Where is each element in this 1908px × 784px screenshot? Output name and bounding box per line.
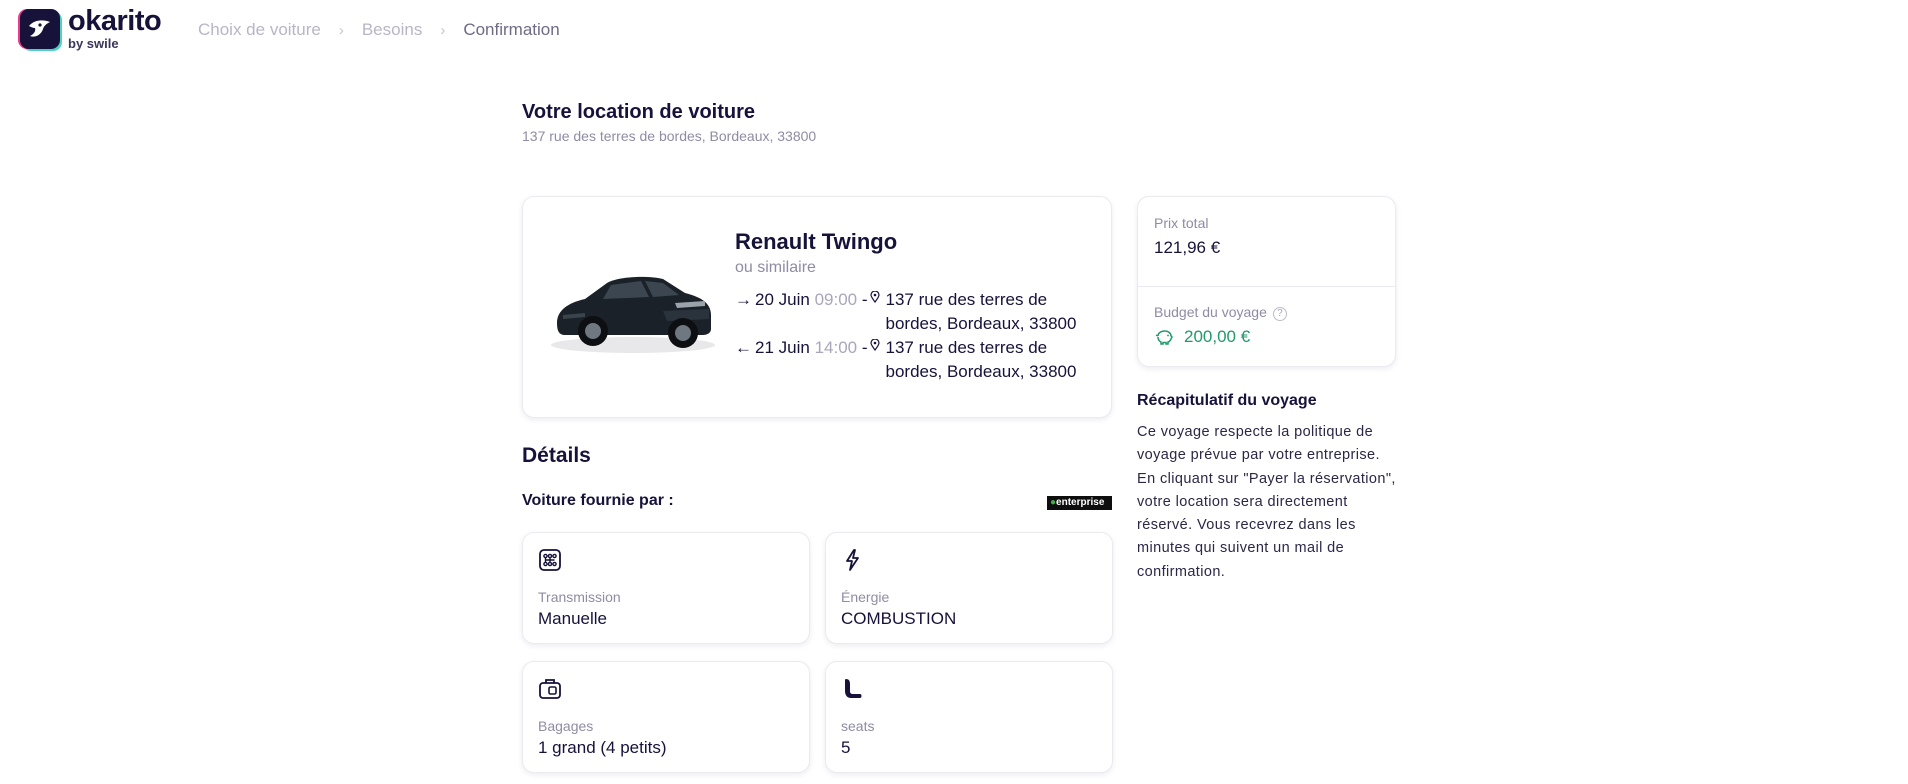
car-summary-card: Renault Twingo ou similaire → 20 Juin 09… (522, 196, 1112, 418)
budget-value: 200,00 € (1184, 327, 1251, 346)
pickup-address-line1: 137 rue des terres de (885, 290, 1048, 309)
feature-card-transmission: Transmission Manuelle (522, 532, 810, 644)
feature-label: seats (841, 718, 875, 734)
feature-label: Bagages (538, 718, 594, 734)
feature-value: Manuelle (538, 609, 607, 628)
location-pin-icon (868, 288, 882, 336)
recap-text: Ce voyage respecte la politique de voyag… (1137, 424, 1396, 580)
car-image (545, 253, 720, 358)
feature-value: 5 (841, 738, 851, 757)
dropoff-time: 14:00 (814, 338, 858, 357)
breadcrumb-besoins[interactable]: Besoins (362, 20, 422, 40)
price-divider (1138, 286, 1395, 287)
arrow-left-icon: ← (735, 338, 752, 357)
details-title: Détails (522, 444, 591, 467)
provider-logo-text: enterprise (1056, 497, 1105, 508)
car-model-name: Renault Twingo (735, 229, 898, 254)
breadcrumb-choix-de-voiture[interactable]: Choix de voiture (198, 20, 321, 40)
feature-value: COMBUSTION (841, 609, 957, 628)
top-header: okarito by swile Choix de voiture › Beso… (0, 0, 1908, 60)
pickup-row: → 20 Juin 09:00 - 137 rue des terres de … (735, 288, 1076, 336)
total-price-value: 121,96 € (1154, 238, 1221, 257)
budget-label: Budget du voyage? (1154, 304, 1287, 321)
brand-name: okarito (68, 5, 162, 37)
pickup-date: 20 Juin (755, 290, 810, 309)
piggy-bank-icon (1154, 327, 1174, 347)
car-similar-note: ou similaire (735, 259, 816, 276)
dropoff-date: 21 Juin (755, 338, 810, 357)
page-title: Votre location de voiture (522, 101, 755, 123)
dropoff-address-line2: bordes, Bordeaux, 33800 (885, 362, 1077, 381)
breadcrumb: Choix de voiture › Besoins › Confirmatio… (198, 20, 560, 40)
lightning-icon (841, 548, 865, 572)
recap-title: Récapitulatif du voyage (1137, 392, 1317, 409)
breadcrumb-confirmation: Confirmation (463, 20, 560, 39)
bird-logo-icon (20, 9, 60, 49)
pickup-address-line2: bordes, Bordeaux, 33800 (885, 314, 1077, 333)
feature-value: 1 grand (4 petits) (538, 738, 667, 757)
dropoff-address-line1: 137 rue des terres de (885, 338, 1048, 357)
page-subtitle: 137 rue des terres de bordes, Bordeaux, … (522, 128, 817, 144)
feature-label: Transmission (538, 589, 621, 605)
enterprise-logo: ●enterprise (1047, 496, 1112, 510)
feature-card-energie: Énergie COMBUSTION (825, 532, 1113, 644)
provider-label: Voiture fournie par : (522, 492, 674, 509)
luggage-icon (538, 677, 562, 701)
brand-subtitle: by swile (68, 36, 119, 51)
chevron-right-icon: › (440, 21, 446, 39)
okarito-logo[interactable]: okarito by swile (20, 5, 162, 51)
price-card: Prix total 121,96 € Budget du voyage? 20… (1137, 196, 1396, 367)
total-price-label: Prix total (1154, 215, 1209, 231)
budget-value-row: 200,00 € (1154, 327, 1250, 347)
seat-icon (841, 677, 865, 701)
gearbox-icon (538, 548, 562, 572)
feature-label: Énergie (841, 589, 890, 605)
location-pin-icon (868, 336, 882, 384)
dropoff-row: ← 21 Juin 14:00 - 137 rue des terres de … (735, 336, 1076, 384)
feature-card-seats: seats 5 (825, 661, 1113, 773)
budget-label-text: Budget du voyage (1154, 304, 1267, 320)
arrow-right-icon: → (735, 290, 752, 309)
pickup-time: 09:00 (814, 290, 858, 309)
feature-card-bagages: Bagages 1 grand (4 petits) (522, 661, 810, 773)
chevron-right-icon: › (338, 21, 344, 39)
help-icon[interactable]: ? (1272, 307, 1287, 321)
